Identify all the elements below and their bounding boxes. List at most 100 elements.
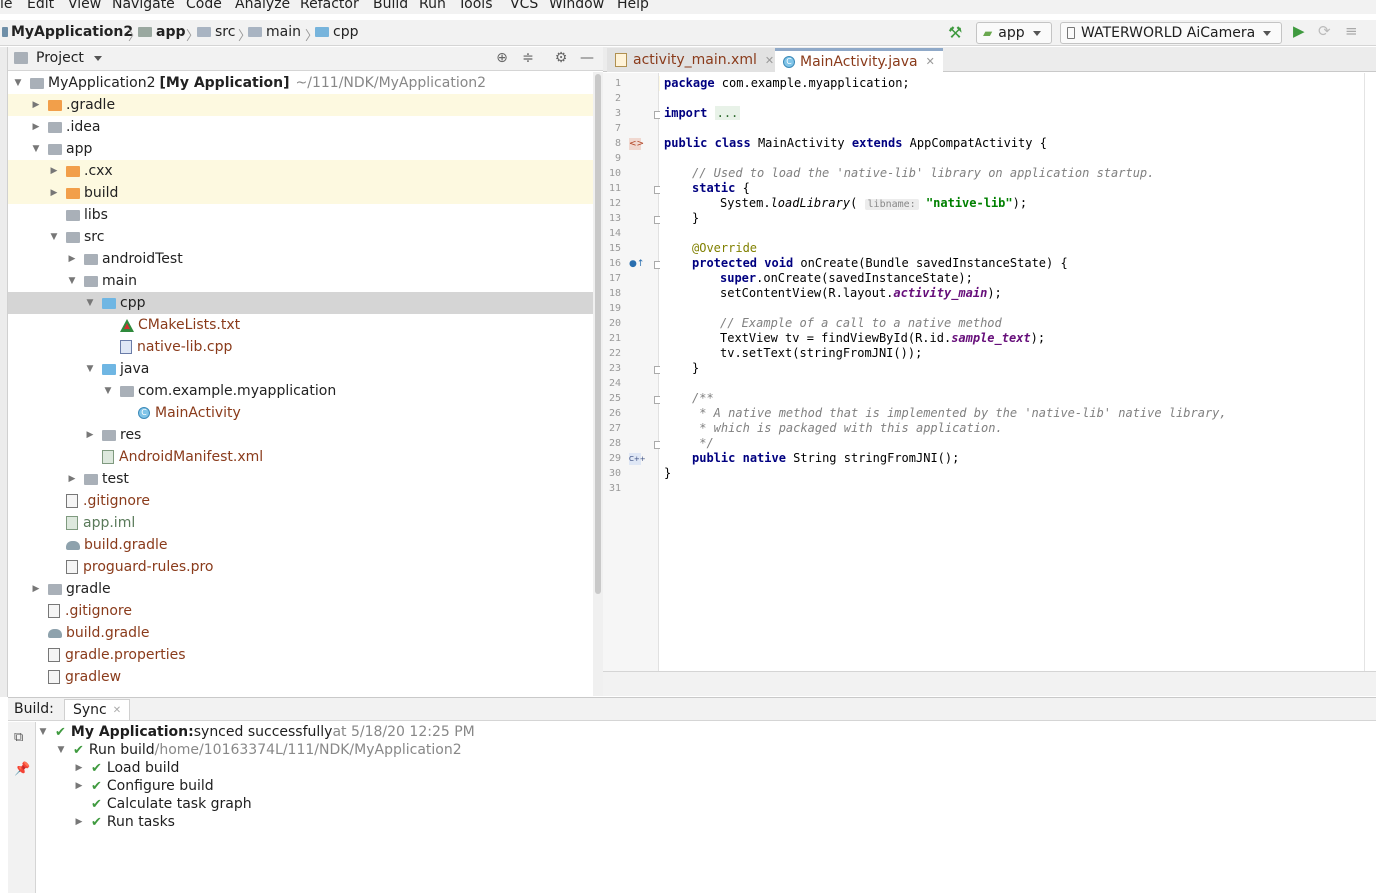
- code-line: tv.setText(stringFromJNI());: [720, 346, 923, 360]
- tree-item-test[interactable]: ▶ test: [8, 468, 593, 490]
- pin-icon[interactable]: 📌: [14, 762, 30, 777]
- tab-sync[interactable]: Sync ✕: [64, 699, 131, 720]
- tree-item-build[interactable]: ▶ build: [8, 182, 593, 204]
- minimize-icon[interactable]: —: [580, 51, 594, 65]
- breadcrumb-module[interactable]: app: [138, 24, 186, 40]
- tree-item-gradle-dir[interactable]: ▶ .gradle: [8, 94, 593, 116]
- scrollbar-thumb[interactable]: [595, 74, 601, 594]
- close-icon[interactable]: ✕: [113, 705, 121, 716]
- tree-item-gradle-folder[interactable]: ▶ gradle: [8, 578, 593, 600]
- chevron-right-icon: ▶: [32, 122, 40, 132]
- layout-xml-icon[interactable]: <>: [629, 138, 644, 150]
- breadcrumb-src[interactable]: src: [197, 24, 235, 40]
- code-editor[interactable]: package com.example.myapplication; impor…: [660, 73, 1365, 671]
- tree-item-cpp[interactable]: ▼ cpp: [8, 292, 593, 314]
- tab-mainactivity-java[interactable]: C MainActivity.java ✕: [775, 48, 943, 72]
- build-row-label: Calculate task graph: [106, 796, 252, 812]
- gear-icon[interactable]: ⚙: [554, 51, 568, 65]
- run-config-dropdown[interactable]: ▰ app: [976, 22, 1052, 44]
- menu-view[interactable]: View: [68, 0, 101, 12]
- close-icon[interactable]: ✕: [926, 55, 935, 68]
- menu-build[interactable]: Build: [373, 0, 408, 12]
- code-line: public native String stringFromJNI();: [692, 451, 960, 465]
- hammer-icon[interactable]: ⚒: [948, 23, 962, 42]
- folded-imports[interactable]: ...: [714, 106, 741, 120]
- folder-icon: [102, 363, 116, 375]
- chevron-right-icon: ▶: [75, 817, 83, 827]
- build-row-run-build[interactable]: ▼ ✔ Run build /home/10163374L/111/NDK/My…: [55, 741, 462, 759]
- tree-item-src[interactable]: ▼ src: [8, 226, 593, 248]
- tree-item-root-gitignore[interactable]: .gitignore: [8, 600, 593, 622]
- tree-item-package[interactable]: ▼ com.example.myapplication: [8, 380, 593, 402]
- menu-vcs[interactable]: VCS: [510, 0, 538, 12]
- chevron-right-icon: ▶: [32, 100, 40, 110]
- tree-label: com.example.myapplication: [138, 383, 337, 399]
- tree-item-proguard[interactable]: proguard-rules.pro: [8, 556, 593, 578]
- menu-lines-icon[interactable]: ≡: [1345, 22, 1358, 40]
- tree-item-manifest[interactable]: AndroidManifest.xml: [8, 446, 593, 468]
- tree-item-app-build-gradle[interactable]: build.gradle: [8, 534, 593, 556]
- apply-changes-icon[interactable]: ⟳: [1318, 22, 1331, 40]
- menu-window[interactable]: Window: [549, 0, 604, 12]
- tab-activity-main-xml[interactable]: activity_main.xml ✕: [607, 48, 783, 72]
- line-number: 16: [608, 258, 621, 269]
- breadcrumb-main[interactable]: main: [248, 24, 301, 40]
- tree-item-main[interactable]: ▼ main: [8, 270, 593, 292]
- tree-item-root[interactable]: ▼ MyApplication2 [My Application] ~/111/…: [8, 72, 593, 94]
- breadcrumb-project-label: MyApplication2: [11, 24, 134, 40]
- close-icon[interactable]: ✕: [765, 54, 774, 67]
- tree-label: .gradle: [66, 97, 116, 113]
- menu-file[interactable]: le: [0, 0, 13, 12]
- menu-help[interactable]: Help: [617, 0, 649, 12]
- collapse-all-icon[interactable]: ≑: [521, 51, 535, 65]
- tree-label: app: [66, 141, 93, 157]
- menu-tools[interactable]: Tools: [458, 0, 493, 12]
- build-row-root[interactable]: ▼ ✔ My Application: synced successfully …: [37, 723, 475, 741]
- tree-label: libs: [84, 207, 108, 223]
- device-dropdown[interactable]: WATERWORLD AiCamera: [1060, 22, 1282, 44]
- menu-navigate[interactable]: Navigate: [112, 0, 175, 12]
- menu-edit[interactable]: Edit: [27, 0, 54, 12]
- tree-item-app-iml[interactable]: app.iml: [8, 512, 593, 534]
- tree-item-androidtest[interactable]: ▶ androidTest: [8, 248, 593, 270]
- project-view-selector[interactable]: Project: [36, 50, 102, 66]
- build-row-configure-build[interactable]: ▶ ✔ Configure build: [73, 777, 214, 795]
- code-line: */: [692, 436, 714, 450]
- locate-icon[interactable]: ⊕: [495, 51, 509, 65]
- tree-item-gradlew[interactable]: gradlew: [8, 666, 593, 688]
- code-line: System.loadLibrary( libname: "native-lib…: [720, 196, 1028, 210]
- cpp-navigate-icon[interactable]: C++: [629, 453, 646, 465]
- tree-item-root-build-gradle[interactable]: build.gradle: [8, 622, 593, 644]
- tree-item-idea[interactable]: ▶ .idea: [8, 116, 593, 138]
- override-icon[interactable]: ●↑: [629, 258, 644, 270]
- menu-refactor[interactable]: Refactor: [300, 0, 359, 12]
- menu-code[interactable]: Code: [186, 0, 222, 12]
- tree-item-cxx[interactable]: ▶ .cxx: [8, 160, 593, 182]
- folder-icon: [48, 583, 62, 595]
- menu-run[interactable]: Run: [419, 0, 446, 12]
- project-tree-scrollbar[interactable]: [593, 72, 603, 696]
- tree-item-mainactivity[interactable]: C MainActivity: [8, 402, 593, 424]
- tree-label: MainActivity: [155, 405, 241, 421]
- run-icon[interactable]: ▶: [1293, 22, 1305, 40]
- tree-item-res[interactable]: ▶ res: [8, 424, 593, 446]
- tree-label: gradlew: [65, 669, 122, 685]
- tree-item-native-lib[interactable]: native-lib.cpp: [8, 336, 593, 358]
- tree-item-gradle-properties[interactable]: gradle.properties: [8, 644, 593, 666]
- folder-icon: [66, 165, 80, 177]
- build-row-load-build[interactable]: ▶ ✔ Load build: [73, 759, 180, 777]
- menu-analyze[interactable]: Analyze: [235, 0, 290, 12]
- tree-item-cmakelists[interactable]: CMakeLists.txt: [8, 314, 593, 336]
- code-line: protected void onCreate(Bundle savedInst…: [692, 256, 1068, 270]
- breadcrumb-project[interactable]: MyApplication2: [2, 24, 133, 40]
- breadcrumb-cpp[interactable]: cpp: [315, 24, 358, 40]
- tree-item-java[interactable]: ▼ java: [8, 358, 593, 380]
- tree-item-app-gitignore[interactable]: .gitignore: [8, 490, 593, 512]
- build-row-run-tasks[interactable]: ▶ ✔ Run tasks: [73, 813, 175, 831]
- restore-layout-icon[interactable]: ⧉: [14, 730, 23, 745]
- line-number: 13: [608, 213, 621, 224]
- tree-item-libs[interactable]: libs: [8, 204, 593, 226]
- build-row-calculate-task-graph[interactable]: ✔ Calculate task graph: [91, 795, 252, 813]
- tree-label: build.gradle: [66, 625, 150, 641]
- tree-item-app[interactable]: ▼ app: [8, 138, 593, 160]
